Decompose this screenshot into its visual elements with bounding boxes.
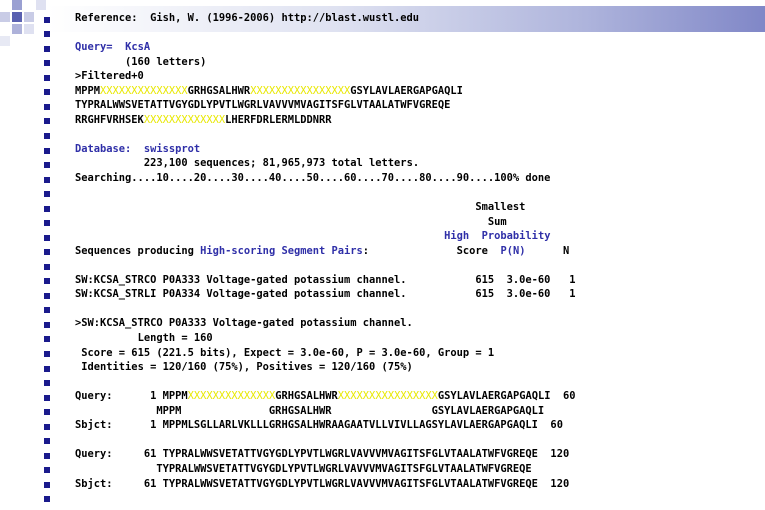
hsp-label: High-scoring Segment Pairs: [200, 244, 363, 257]
database-stats: 223,100 sequences; 81,965,973 total lett…: [143, 157, 420, 170]
query-seq-line: MPPMXXXXXXXXXXXXXXGRHGSALHWRXXXXXXXXXXXX…: [75, 84, 463, 97]
header-n: N: [563, 244, 570, 257]
query-letters: (160 letters): [125, 55, 207, 68]
alignment-match-line: TYPRALWWSVETATTVGYGDLYPVTLWGRLVAVVVMVAGI…: [75, 462, 532, 475]
hit-identities: Identities = 120/160 (75%), Positives = …: [81, 361, 413, 374]
hit-length: Length = 160: [137, 332, 213, 345]
hit-row[interactable]: SW:KCSA_STRLI P0A334 Voltage-gated potas…: [75, 288, 575, 300]
header-pn: P(N): [500, 244, 526, 257]
alignment-sbjct-line: Sbjct: 61 TYPRALWWSVETATTVGYGDLYPVTLWGRL…: [75, 477, 570, 490]
header-score: Score: [456, 244, 488, 257]
reference-line: Reference: Gish, W. (1996-2006) http://b…: [75, 12, 420, 24]
alignment-query-line: Query: 1 MPPMXXXXXXXXXXXXXXGRHGSALHWRXXX…: [75, 390, 576, 403]
query-name: KcsA: [125, 41, 151, 54]
header-high: High: [444, 230, 470, 243]
sequences-producing-label: Sequences producing: [75, 244, 194, 257]
header-smallest: Smallest: [475, 201, 526, 214]
database-name: swissprot: [143, 142, 201, 155]
filtered-line: >Filtered+0: [75, 70, 144, 83]
blast-output: Reference: Gish, W. (1996-2006) http://b…: [75, 12, 576, 490]
query-seq-line: TYPRALWWSVETATTVGYGDLYPVTLWGRLVAVVVMVAGI…: [75, 99, 451, 112]
database-label: Database:: [75, 142, 132, 155]
query-seq-line: RRGHFVRHSEKXXXXXXXXXXXXXLHERFDRLERMLDDNR…: [75, 113, 332, 126]
hit-score: Score = 615 (221.5 bits), Expect = 3.0e-…: [81, 346, 495, 359]
alignment-sbjct-line: Sbjct: 1 MPPMLSGLLARLVKLLLGRHGSALHWRAAGA…: [75, 419, 563, 432]
alignment-query-line: Query: 61 TYPRALWWSVETATTVGYGDLYPVTLWGRL…: [75, 448, 570, 461]
hit-row[interactable]: SW:KCSA_STRCO P0A333 Voltage-gated potas…: [75, 274, 575, 286]
alignment-match-line: MPPM GRHGSALHWR GSYLAVLAERGAPGAQLI: [75, 404, 545, 417]
query-label: Query=: [75, 41, 113, 54]
hit-title: >SW:KCSA_STRCO P0A333 Voltage-gated pota…: [75, 317, 413, 330]
search-progress: Searching....10....20....30....40....50.…: [75, 172, 551, 185]
header-sum: Sum: [487, 215, 507, 228]
header-probability: Probability: [481, 230, 551, 243]
